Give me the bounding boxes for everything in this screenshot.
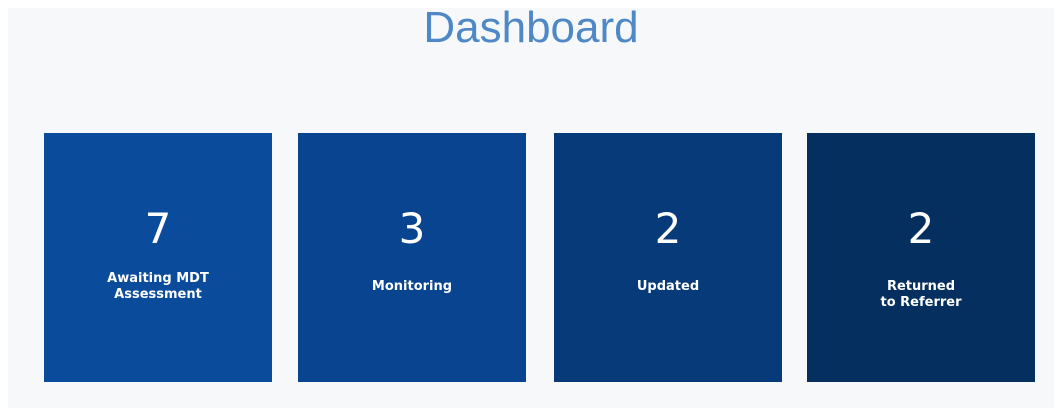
tile-label: Awaiting MDT Assessment <box>107 271 209 302</box>
tile-returned-to-referrer[interactable]: 2 Returned to Referrer <box>807 133 1035 382</box>
tile-updated[interactable]: 2 Updated <box>554 133 782 382</box>
tile-count: 7 <box>144 204 172 253</box>
tile-count: 2 <box>654 204 682 253</box>
tile-label: Monitoring <box>371 279 453 294</box>
tile-count: 3 <box>398 204 426 253</box>
dashboard-panel: Dashboard 7 Awaiting MDT Assessment 3 Mo… <box>8 3 1054 408</box>
tile-awaiting-mdt-assessment[interactable]: 7 Awaiting MDT Assessment <box>44 133 272 382</box>
tile-label: Returned to Referrer <box>880 279 962 310</box>
tile-monitoring[interactable]: 3 Monitoring <box>298 133 526 382</box>
tile-count: 2 <box>907 204 935 253</box>
page-title: Dashboard <box>423 3 639 52</box>
tile-label: Updated <box>636 279 700 294</box>
